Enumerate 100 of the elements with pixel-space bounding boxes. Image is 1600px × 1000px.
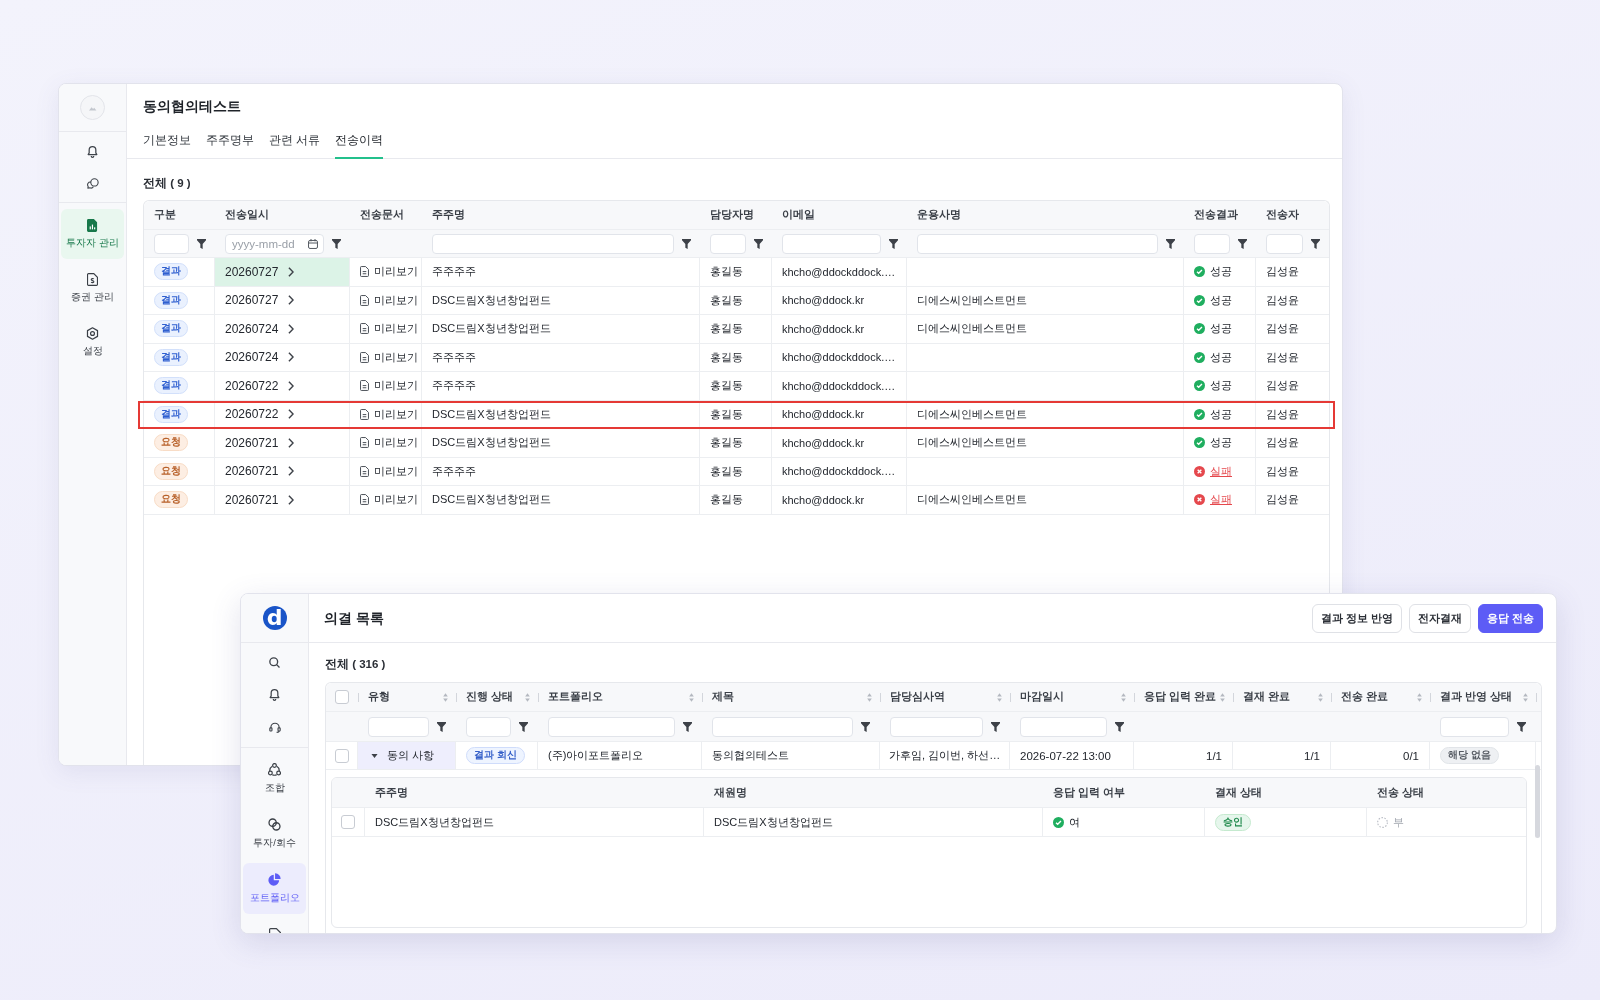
filter-icon[interactable] — [754, 238, 763, 249]
filter-input[interactable] — [368, 716, 429, 737]
filter-icon[interactable] — [1238, 238, 1247, 249]
action-button[interactable]: 전자결재 — [1408, 603, 1471, 633]
table-cell: khcho@ddock.kr — [772, 400, 907, 429]
filter-input[interactable] — [890, 716, 983, 737]
chevron-right-icon[interactable] — [288, 323, 295, 334]
pie-chart-icon — [268, 873, 281, 886]
preview-link[interactable]: 미리보기 — [360, 378, 418, 394]
filter-icon[interactable] — [683, 721, 692, 732]
table-cell: khcho@ddockddock.… — [772, 343, 907, 372]
preview-link[interactable]: 미리보기 — [360, 349, 418, 365]
failure-link[interactable]: 실패 — [1210, 463, 1232, 479]
date-text: 20260721 — [225, 492, 279, 507]
sidebar-item[interactable]: 조합 — [243, 753, 306, 804]
filter-input[interactable] — [710, 233, 746, 254]
headset-icon[interactable] — [268, 722, 281, 733]
filter-input[interactable] — [1020, 716, 1107, 737]
check-circle-icon — [1194, 266, 1205, 278]
preview-link[interactable]: 미리보기 — [360, 321, 418, 337]
filter-input[interactable] — [1266, 233, 1303, 254]
filter-input[interactable] — [917, 233, 1158, 254]
sidebar-item[interactable]: 투자/회수 — [243, 808, 306, 859]
chevron-right-icon[interactable] — [288, 437, 295, 448]
bell-icon[interactable] — [269, 689, 280, 701]
document-icon — [360, 465, 369, 477]
filter-input[interactable] — [712, 716, 853, 737]
table-cell: 디에스씨인베스트먼트 — [907, 400, 1184, 429]
filter-icon[interactable] — [1517, 721, 1526, 732]
filter-icon[interactable] — [437, 721, 446, 732]
checkbox[interactable] — [335, 690, 349, 704]
chevron-right-icon[interactable] — [288, 352, 295, 363]
chevron-right-icon[interactable] — [288, 409, 295, 420]
column-header: 이메일 — [781, 207, 816, 222]
chevron-right-icon[interactable] — [288, 494, 295, 505]
column-header: 전송 완료 — [1341, 690, 1388, 704]
sidebar-item[interactable]: 포트폴리오 — [243, 863, 306, 914]
error-circle-icon — [1194, 465, 1205, 477]
preview-link[interactable]: 미리보기 — [360, 292, 418, 308]
type-badge: 결과 — [154, 320, 188, 338]
type-text: 동의 사항 — [387, 748, 435, 763]
chevron-right-icon[interactable] — [288, 266, 295, 277]
filter-icon[interactable] — [861, 721, 870, 732]
table-cell: DSC드림X청년창업펀드 — [422, 400, 700, 429]
filter-icon[interactable] — [519, 721, 528, 732]
table-cell: DSC드림X청년창업펀드 — [422, 429, 700, 458]
filter-input[interactable] — [548, 716, 675, 737]
bell-icon[interactable] — [87, 146, 98, 158]
preview-link[interactable]: 미리보기 — [360, 435, 418, 451]
sidebar-item[interactable]: 증권 관리 — [61, 263, 124, 313]
status-badge: 승인 — [1215, 813, 1251, 831]
filter-input[interactable] — [432, 233, 674, 254]
tab[interactable]: 주주명부 — [206, 127, 254, 159]
filter-input[interactable] — [1194, 233, 1230, 254]
caret-down-icon[interactable] — [371, 752, 378, 759]
tab[interactable]: 기본정보 — [143, 127, 191, 159]
table-cell: 1/1 — [1134, 742, 1233, 769]
table-cell: DSC드림X청년창업펀드 — [704, 808, 1043, 836]
chevron-right-icon[interactable] — [288, 380, 295, 391]
chevron-right-icon[interactable] — [288, 466, 295, 477]
filter-input[interactable] — [782, 233, 881, 254]
filter-icon[interactable] — [1166, 238, 1175, 249]
tab[interactable]: 관련 서류 — [269, 127, 321, 159]
checkbox[interactable] — [334, 748, 349, 763]
filter-icon[interactable] — [889, 238, 898, 249]
filter-icon[interactable] — [1311, 238, 1320, 249]
send-button[interactable]: 응답 전송 — [1477, 603, 1543, 633]
table-cell: 홍길동 — [700, 343, 772, 372]
chevron-right-icon[interactable] — [288, 295, 295, 306]
checkbox[interactable] — [341, 815, 355, 829]
cut-off-icon[interactable] — [268, 928, 281, 933]
preview-link[interactable]: 미리보기 — [360, 463, 418, 479]
calendar-icon[interactable] — [308, 238, 318, 249]
filter-icon[interactable] — [682, 238, 691, 249]
preview-link[interactable]: 미리보기 — [360, 264, 418, 280]
tab[interactable]: 전송이력 — [335, 127, 384, 159]
failure-link[interactable]: 실패 — [1210, 492, 1232, 508]
table-cell: khcho@ddockddock.… — [772, 457, 907, 486]
filter-input[interactable] — [154, 233, 189, 254]
preview-link[interactable]: 미리보기 — [360, 406, 418, 422]
filter-input[interactable] — [466, 716, 511, 737]
filter-input[interactable] — [1440, 716, 1509, 737]
filter-icon[interactable] — [332, 238, 341, 249]
date-input[interactable]: yyyy-mm-dd — [225, 233, 324, 254]
filter-icon[interactable] — [1115, 721, 1124, 732]
action-button[interactable]: 결과 정보 반영 — [1311, 603, 1402, 633]
scrollbar-thumb[interactable] — [1535, 765, 1540, 838]
status-text: 성공 — [1210, 435, 1232, 451]
table-cell: khcho@ddock.kr — [772, 486, 907, 515]
sidebar-item[interactable]: 설정 — [61, 317, 124, 367]
sidebar-item[interactable]: 투자자 관리 — [61, 209, 124, 259]
search-icon[interactable] — [269, 657, 280, 668]
status-text: 성공 — [1210, 264, 1232, 280]
status-text: 성공 — [1210, 378, 1232, 394]
preview-link[interactable]: 미리보기 — [360, 492, 418, 508]
table-cell: khcho@ddockddock.… — [772, 372, 907, 401]
chat-icon[interactable] — [86, 178, 99, 189]
filter-icon[interactable] — [991, 721, 1000, 732]
total-count: 전체 ( 316 ) — [325, 657, 387, 672]
filter-icon[interactable] — [197, 238, 206, 249]
